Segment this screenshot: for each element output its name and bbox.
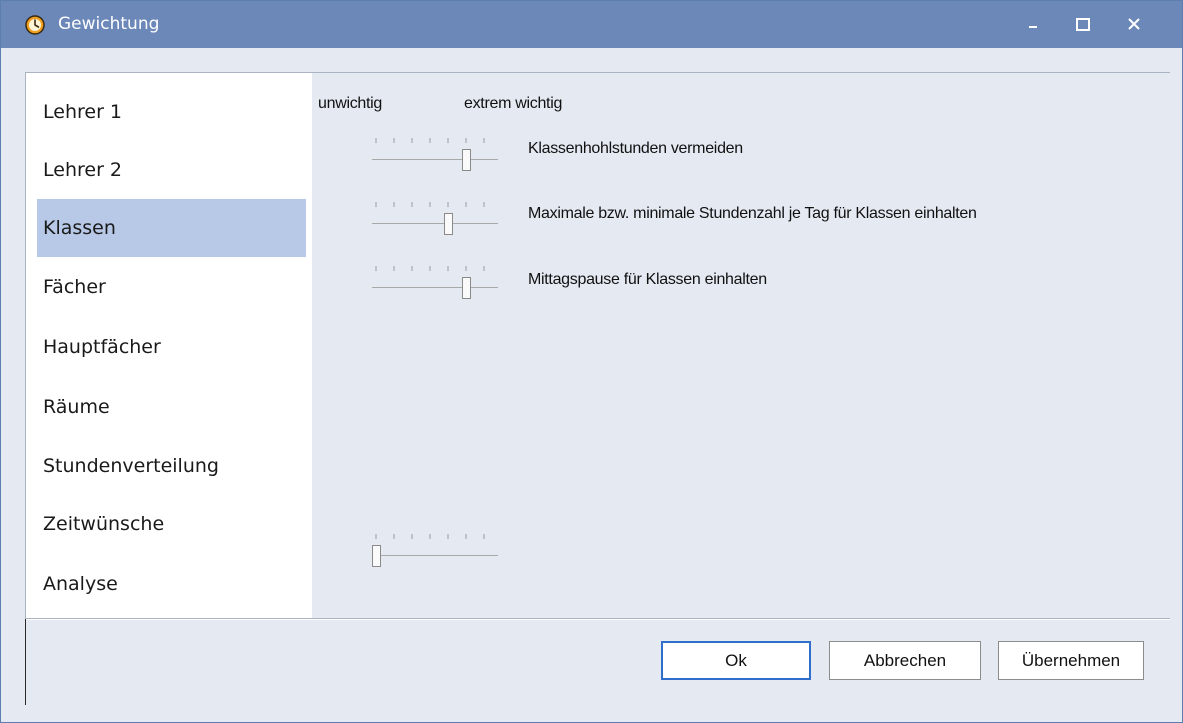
criterion-label-mittagspause: Mittagspause für Klassen einhalten <box>528 271 767 288</box>
slider-klassenhohlstunden[interactable] <box>368 135 508 175</box>
footer-divider <box>25 619 1170 620</box>
sidebar-item-faecher[interactable]: Fächer <box>37 258 306 316</box>
ok-button[interactable]: Ok <box>661 641 811 680</box>
minimize-icon <box>1029 26 1037 28</box>
slider-ticks <box>375 534 485 539</box>
sidebar-item-stundenverteilung[interactable]: Stundenverteilung <box>37 437 306 495</box>
scale-high-label: extrem wichtig <box>464 95 563 112</box>
category-list: Lehrer 1 Lehrer 2 Klassen Fächer Hauptfä… <box>26 73 312 619</box>
slider-thumb[interactable] <box>444 213 453 235</box>
sidebar-item-zeitwuensche[interactable]: Zeitwünsche <box>37 495 306 553</box>
close-icon <box>1128 18 1140 30</box>
slider-mittagspause[interactable] <box>368 263 508 303</box>
weighting-panel: unwichtig extrem wichtig Klassenhohlstun… <box>312 73 1171 619</box>
maximize-button[interactable] <box>1060 1 1106 48</box>
slider-track <box>372 159 498 160</box>
sidebar-item-lehrer-2[interactable]: Lehrer 2 <box>37 141 306 199</box>
slider-ticks <box>375 138 485 143</box>
scale-low-label: unwichtig <box>318 95 383 112</box>
minimize-button[interactable] <box>1011 1 1057 48</box>
apply-button[interactable]: Übernehmen <box>998 641 1144 680</box>
criterion-label-klassenhohlstunden: Klassenhohlstunden vermeiden <box>528 140 743 157</box>
slider-thumb[interactable] <box>462 149 471 171</box>
slider-thumb[interactable] <box>462 277 471 299</box>
app-clock-icon <box>25 15 45 35</box>
sidebar-item-hauptfaecher[interactable]: Hauptfächer <box>37 318 306 376</box>
close-button[interactable] <box>1111 1 1157 48</box>
slider-ticks <box>375 202 485 207</box>
sidebar-item-raeume[interactable]: Räume <box>37 378 306 436</box>
dialog-window: Gewichtung Lehrer 1 Lehrer 2 Klassen Fäc… <box>0 0 1183 723</box>
slider-stundenzahl[interactable] <box>368 199 508 239</box>
dialog-content: Lehrer 1 Lehrer 2 Klassen Fächer Hauptfä… <box>25 72 1171 619</box>
sidebar-item-lehrer-1[interactable]: Lehrer 1 <box>37 83 306 141</box>
criterion-label-stundenzahl: Maximale bzw. minimale Stundenzahl je Ta… <box>528 205 977 222</box>
slider-track <box>372 287 498 288</box>
maximize-icon <box>1076 18 1090 31</box>
title-bar[interactable]: Gewichtung <box>1 1 1182 48</box>
footer-left-edge <box>25 619 26 705</box>
cancel-button[interactable]: Abbrechen <box>829 641 981 680</box>
slider-ticks <box>375 266 485 271</box>
slider-thumb[interactable] <box>372 545 381 567</box>
sidebar-item-analyse[interactable]: Analyse <box>37 555 306 613</box>
slider-track <box>372 223 498 224</box>
sidebar-item-klassen[interactable]: Klassen <box>37 199 306 257</box>
slider-unlabeled[interactable] <box>368 531 508 571</box>
window-title: Gewichtung <box>58 14 160 34</box>
slider-track <box>372 555 498 556</box>
